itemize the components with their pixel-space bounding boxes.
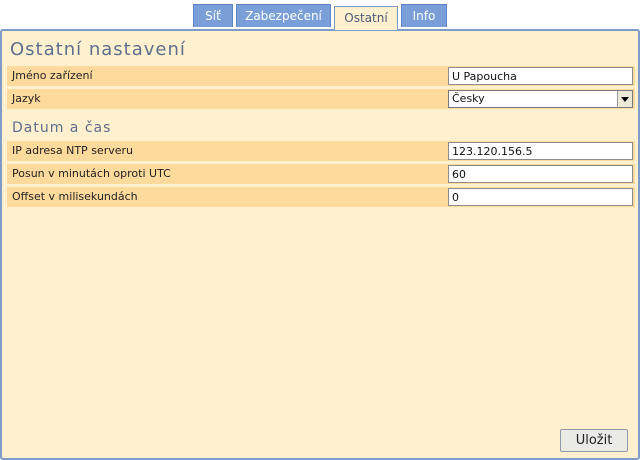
ntp-input[interactable] xyxy=(448,142,633,160)
utc-offset-label: Posun v minutách oproti UTC xyxy=(12,167,171,180)
utc-offset-row: Posun v minutách oproti UTC xyxy=(7,164,635,184)
datetime-section-title: Datum a čas xyxy=(12,120,112,136)
ms-offset-input[interactable] xyxy=(448,188,633,206)
ms-offset-label: Offset v milisekundách xyxy=(12,190,138,203)
device-name-label: Jméno zařízení xyxy=(12,69,93,82)
tab-network[interactable]: Síť xyxy=(193,4,233,27)
ms-offset-row: Offset v milisekundách xyxy=(7,187,635,207)
language-selected-value: Česky xyxy=(452,92,485,105)
language-row: Jazyk Česky xyxy=(7,89,635,109)
tab-security[interactable]: Zabezpečení xyxy=(236,4,331,27)
page-title: Ostatní nastavení xyxy=(10,39,186,60)
save-button[interactable]: Uložit xyxy=(560,429,628,452)
ntp-label: IP adresa NTP serveru xyxy=(12,144,133,157)
chevron-down-icon[interactable] xyxy=(617,91,632,107)
device-name-row: Jméno zařízení xyxy=(7,66,635,86)
settings-panel: Ostatní nastavení Jméno zařízení Jazyk Č… xyxy=(0,29,640,460)
utc-offset-input[interactable] xyxy=(448,165,633,183)
language-select[interactable]: Česky xyxy=(448,90,633,108)
device-name-input[interactable] xyxy=(448,67,633,85)
ntp-row: IP adresa NTP serveru xyxy=(7,141,635,161)
language-label: Jazyk xyxy=(12,92,41,105)
tab-info[interactable]: Info xyxy=(401,4,447,27)
tab-other[interactable]: Ostatní xyxy=(334,6,398,30)
tab-bar: Síť Zabezpečení Ostatní Info xyxy=(0,0,640,30)
